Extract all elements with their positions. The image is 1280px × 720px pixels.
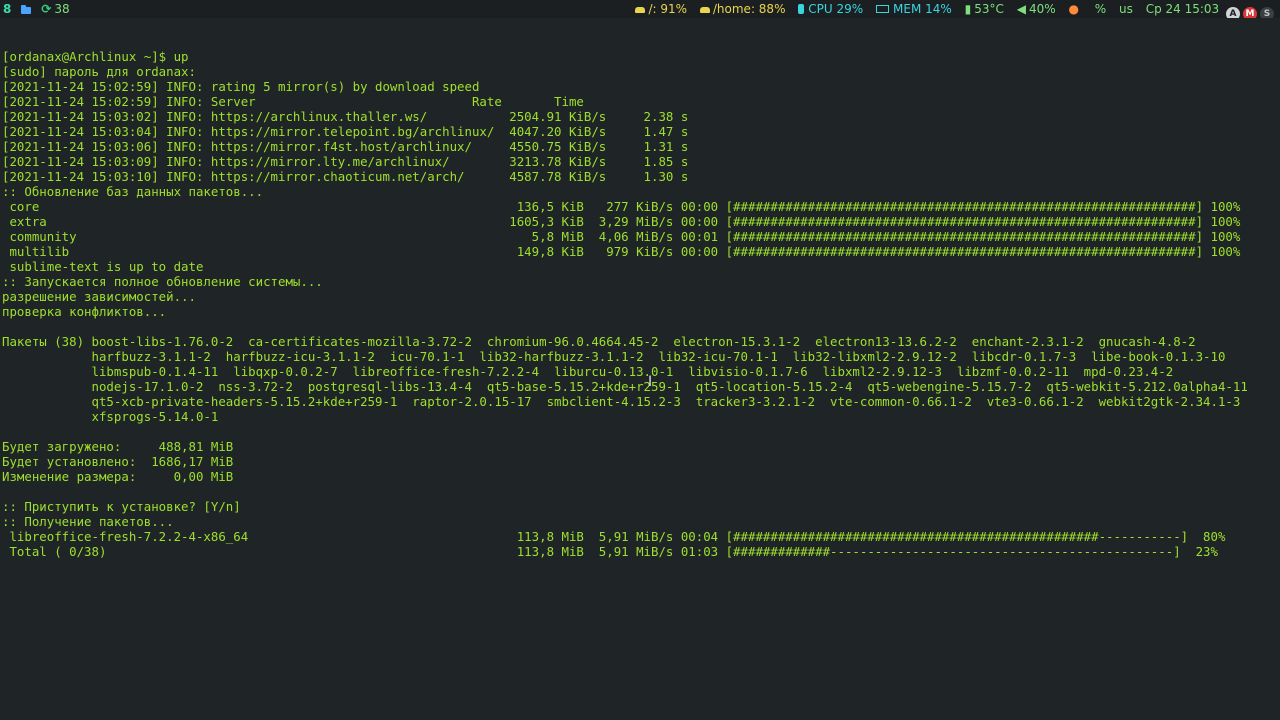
cpu-module[interactable]: CPU 29% xyxy=(798,2,863,16)
status-bar: 8 ⟳ 38 /: 91% /home: 88% CPU 29% MEM 14% ▮… xyxy=(0,0,1280,18)
terminal-line: qt5-xcb-private-headers-5.15.2+kde+r259-… xyxy=(2,394,1241,409)
terminal-line: :: Приступить к установке? [Y/n] xyxy=(2,499,241,514)
drive-icon xyxy=(699,7,710,13)
terminal-line: [2021-11-24 15:03:06] INFO: https://mirr… xyxy=(2,139,689,154)
volume-level: 40% xyxy=(1028,2,1056,16)
terminal-line: Пакеты (38) boost-libs-1.76.0-2 ca-certi… xyxy=(2,334,1196,349)
terminal-line: sublime-text is up to date xyxy=(2,259,204,274)
mem-usage: MEM 14% xyxy=(893,2,952,16)
terminal-line: :: Получение пакетов... xyxy=(2,514,174,529)
terminal-line: xfsprogs-5.14.0-1 xyxy=(2,409,219,424)
terminal-line: Будет установлено: 1686,17 MiB xyxy=(2,454,234,469)
workspace-indicator[interactable]: 8 xyxy=(3,2,11,16)
terminal-line: проверка конфликтов... xyxy=(2,304,167,319)
terminal-line: Будет загружено: 488,81 MiB xyxy=(2,439,234,454)
refresh-icon: ⟳ xyxy=(41,2,52,16)
folder-icon[interactable] xyxy=(21,5,32,14)
terminal-line: :: Запускается полное обновление системы… xyxy=(2,274,323,289)
cpu-icon xyxy=(798,4,805,14)
terminal-line: extra 1605,3 KiB 3,29 MiB/s 00:00 [#####… xyxy=(2,214,1241,229)
terminal-line: [ordanax@Archlinux ~]$ up xyxy=(2,49,189,64)
home-disk-usage: /home: 88% xyxy=(712,2,786,16)
keyboard-layout[interactable]: us xyxy=(1119,2,1133,16)
terminal-line: [sudo] пароль для ordanax: xyxy=(2,64,196,79)
terminal-line: core 136,5 KiB 277 KiB/s 00:00 [########… xyxy=(2,199,1241,214)
terminal-line: harfbuzz-3.1.1-2 harfbuzz-icu-3.1.1-2 ic… xyxy=(2,349,1226,364)
terminal-line: libreoffice-fresh-7.2.2-4-x86_64 113,8 M… xyxy=(2,529,1226,544)
statusbar-left: 8 ⟳ 38 xyxy=(3,0,70,18)
temperature-module[interactable]: ▮ 53°C xyxy=(965,2,1004,16)
terminal-line: [2021-11-24 15:03:10] INFO: https://mirr… xyxy=(2,169,689,184)
root-disk-module[interactable]: /: 91% xyxy=(635,2,687,16)
tray-mail-icon[interactable]: M xyxy=(1243,7,1257,18)
tray-app-icon[interactable]: A xyxy=(1226,7,1240,18)
tray-steam-icon[interactable]: S xyxy=(1260,7,1274,18)
statusbar-right: /: 91% /home: 88% CPU 29% MEM 14% ▮ 53°C … xyxy=(626,0,1274,18)
brightness-module[interactable]: ● xyxy=(1068,2,1081,16)
terminal-lines: [ordanax@Archlinux ~]$ up [sudo] пароль д… xyxy=(2,49,1278,559)
terminal-line: multilib 149,8 KiB 979 KiB/s 00:00 [####… xyxy=(2,244,1241,259)
root-disk-usage: /: 91% xyxy=(648,2,688,16)
terminal-line: Total ( 0/38) 113,8 MiB 5,91 MiB/s 01:03… xyxy=(2,544,1218,559)
cpu-usage: CPU 29% xyxy=(808,2,864,16)
memory-icon xyxy=(876,5,890,13)
layout-percent: % xyxy=(1094,2,1107,16)
terminal-line: [2021-11-24 15:03:04] INFO: https://mirr… xyxy=(2,124,689,139)
drive-icon xyxy=(635,7,646,13)
volume-module[interactable]: ◀ 40% xyxy=(1017,2,1056,16)
clock[interactable]: Ср 24 15:03 xyxy=(1146,2,1219,16)
updates-count[interactable]: 38 xyxy=(54,2,69,16)
terminal-line: [2021-11-24 15:03:02] INFO: https://arch… xyxy=(2,109,689,124)
bulb-icon: ● xyxy=(1068,2,1079,16)
terminal-line: Изменение размера: 0,00 MiB xyxy=(2,469,234,484)
mouse-cursor-icon: I xyxy=(648,374,653,390)
terminal-line: nodejs-17.1.0-2 nss-3.72-2 postgresql-li… xyxy=(2,379,1248,394)
terminal-line: community 5,8 MiB 4,06 MiB/s 00:01 [####… xyxy=(2,229,1241,244)
thermometer-icon: ▮ xyxy=(964,2,972,16)
temperature: 53°C xyxy=(974,2,1004,16)
mem-module[interactable]: MEM 14% xyxy=(876,2,952,16)
terminal-line: [2021-11-24 15:03:09] INFO: https://mirr… xyxy=(2,154,689,169)
speaker-icon: ◀ xyxy=(1016,2,1026,16)
terminal-line: разрешение зависимостей... xyxy=(2,289,196,304)
terminal-output[interactable]: [ordanax@Archlinux ~]$ up [sudo] пароль д… xyxy=(2,19,1278,719)
home-disk-module[interactable]: /home: 88% xyxy=(699,2,786,16)
terminal-line: libmspub-0.1.4-11 libqxp-0.0.2-7 libreof… xyxy=(2,364,1174,379)
terminal-line: [2021-11-24 15:02:59] INFO: rating 5 mir… xyxy=(2,79,480,94)
terminal-line: :: Обновление баз данных пакетов... xyxy=(2,184,264,199)
terminal-line: [2021-11-24 15:02:59] INFO: Server Rate … xyxy=(2,94,584,109)
